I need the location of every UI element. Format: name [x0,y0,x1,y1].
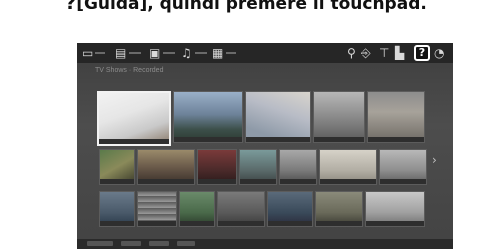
tv-input-icon[interactable]: ▭ [82,46,93,60]
photo-icon[interactable]: ▣ [149,46,160,60]
media-thumbnail[interactable] [97,91,171,146]
media-thumbnail[interactable] [279,149,317,185]
media-thumbnail[interactable] [313,91,365,143]
media-thumbnail[interactable] [217,191,265,227]
media-thumbnail[interactable] [365,191,425,227]
apps-icon[interactable]: ▦ [212,46,223,60]
media-thumbnail[interactable] [319,149,377,185]
media-thumbnail[interactable] [137,149,195,185]
power-icon[interactable]: ◔ [434,46,444,60]
media-thumbnail[interactable] [315,191,363,227]
option-item[interactable] [87,241,113,246]
media-thumbnail[interactable] [245,91,311,143]
bottom-options-bar [77,239,453,249]
media-thumbnail[interactable] [179,191,215,227]
media-thumbnail[interactable] [367,91,425,143]
scroll-right-icon[interactable]: › [432,153,437,167]
media-thumbnail[interactable] [173,91,243,143]
film-icon[interactable]: ▤ [115,46,126,60]
help-glyph: ? [65,0,77,14]
option-item[interactable] [149,241,169,246]
tv-screen: ▭ ▤ ▣ ♫ ▦ ⚲ ⎆ ⊤ ▙ ? ◔ TV Shows · Recorde… [77,43,453,249]
search-icon[interactable]: ⚲ [347,46,356,60]
help-button[interactable]: ? [414,45,430,61]
input-icon[interactable]: ⎆ [361,46,371,60]
media-thumbnail[interactable] [239,149,277,185]
media-thumbnail[interactable] [197,149,237,185]
media-thumbnail[interactable] [99,191,135,227]
media-thumbnail[interactable] [99,149,135,185]
media-thumbnail[interactable] [379,149,427,185]
network-icon[interactable]: ⊤ [379,46,389,60]
breadcrumb: TV Shows · Recorded [95,67,164,74]
top-menu-bar: ▭ ▤ ▣ ♫ ▦ ⚲ ⎆ ⊤ ▙ ? ◔ [77,43,453,63]
option-item[interactable] [177,241,195,246]
option-item[interactable] [121,241,141,246]
instruction-text: [Guida], quindi premere il touchpad. [76,0,427,14]
music-icon[interactable]: ♫ [181,46,192,60]
media-thumbnail[interactable] [267,191,313,227]
media-thumbnail[interactable] [137,191,177,227]
settings-icon[interactable]: ▙ [395,46,404,60]
instruction-caption: ?[Guida], quindi premere il touchpad. [0,0,492,14]
